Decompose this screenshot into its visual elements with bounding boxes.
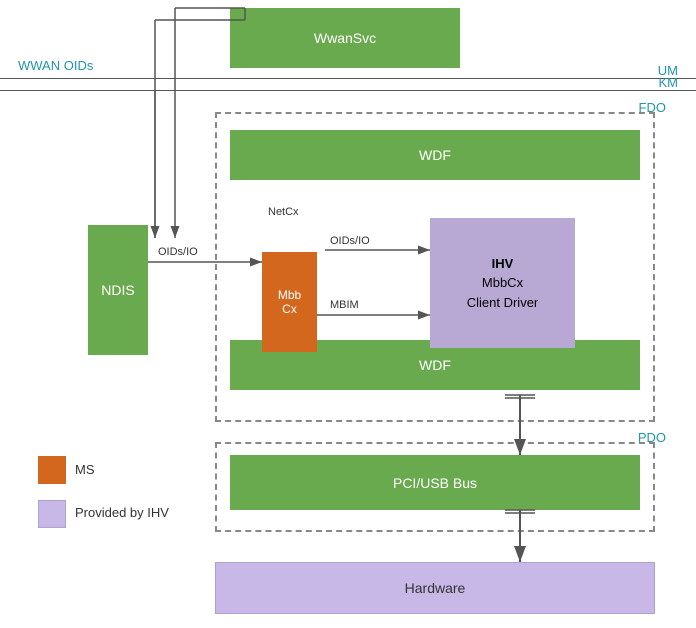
um-line bbox=[0, 78, 696, 79]
hardware-box: Hardware bbox=[215, 562, 655, 614]
diagram-container: UM KM WWAN OIDs FDO PDO WwanSvc WDF WDF … bbox=[0, 0, 696, 628]
ihv-box: IHV MbbCx Client Driver bbox=[430, 218, 575, 348]
ihv-subtitle2: Client Driver bbox=[467, 293, 539, 313]
ihv-title: IHV bbox=[467, 254, 539, 274]
legend-ihv-box bbox=[38, 500, 66, 528]
legend-ihv-label: Provided by IHV bbox=[75, 505, 169, 520]
wwansvc-box: WwanSvc bbox=[230, 8, 460, 68]
km-line bbox=[0, 90, 696, 91]
ndis-box: NDIS bbox=[88, 225, 148, 355]
pcibus-box: PCI/USB Bus bbox=[230, 455, 640, 510]
mbbcx-box: Mbb Cx bbox=[262, 252, 317, 352]
wdf-top-box: WDF bbox=[230, 130, 640, 180]
svg-text:OIDs/IO: OIDs/IO bbox=[158, 246, 198, 258]
legend-ms-label: MS bbox=[75, 462, 95, 477]
legend-ms-box bbox=[38, 456, 66, 484]
ihv-subtitle1: MbbCx bbox=[467, 273, 539, 293]
km-label: KM bbox=[659, 75, 679, 90]
wwan-oids-label: WWAN OIDs bbox=[18, 58, 93, 73]
